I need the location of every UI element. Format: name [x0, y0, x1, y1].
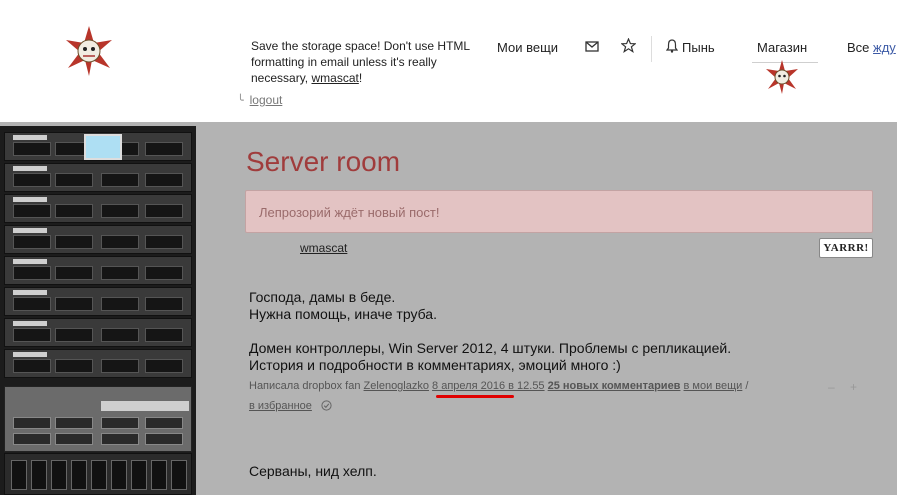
rack-screen [84, 134, 122, 160]
meta-separator: / [745, 380, 749, 392]
nav-all-link[interactable]: жду [873, 40, 896, 55]
site-header: Save the storage space! Don't use HTML f… [0, 0, 897, 122]
post-line: Нужна помощь, иначе труба. [249, 306, 437, 322]
nav-divider [651, 36, 652, 62]
meta-favorites-link[interactable]: в избранное [249, 400, 312, 412]
rack-unit [4, 163, 192, 192]
date-highlight-mark [436, 395, 514, 398]
post-line: Домен контроллеры, Win Server 2012, 4 шт… [249, 340, 732, 356]
notice-user-link[interactable]: wmascat [311, 71, 358, 85]
notice-end: ! [358, 71, 363, 85]
post-body: Господа, дамы в беде. Нужна помощь, инач… [249, 289, 869, 391]
post-meta: Написала dropbox fan Zelenoglazko 8 апре… [249, 380, 748, 392]
bell-icon [666, 39, 678, 53]
nav-all[interactable]: Все жду [847, 40, 896, 55]
mail-icon[interactable] [585, 39, 599, 53]
nav-pyn[interactable]: Пынь [682, 40, 715, 56]
next-post-text: Серваны, нид хелп. [249, 463, 377, 479]
rack-unit [4, 194, 192, 223]
meta-date-link[interactable]: 8 апреля 2016 в 12.55 [432, 380, 545, 392]
yarrr-button[interactable]: YARRR! [819, 238, 873, 258]
nav-all-prefix: Все [847, 40, 874, 55]
meta-comments-link[interactable]: 25 новых комментариев [548, 380, 681, 392]
meta-user-link[interactable]: Zelenoglazko [364, 380, 429, 392]
site-logo-icon[interactable] [64, 26, 114, 76]
email-notice: Save the storage space! Don't use HTML f… [251, 38, 487, 86]
new-post-banner-text: Лепрозорий ждёт новый пост! [259, 205, 440, 220]
logout-link[interactable]: ╰ logout [237, 93, 282, 107]
post-line: История и подробности в комментариях, эм… [249, 357, 621, 373]
vote-plus-button[interactable]: + [850, 380, 857, 394]
nav-my-things[interactable]: Мои вещи [497, 40, 558, 56]
favorites-check-icon[interactable] [321, 400, 332, 411]
meta-my-things-link[interactable]: в мои вещи [684, 380, 743, 392]
rack-unit [4, 256, 192, 285]
post-line: Господа, дамы в беде. [249, 289, 396, 305]
server-chassis [4, 386, 192, 452]
vote-minus-button[interactable]: – [828, 380, 835, 394]
blade-enclosure [4, 453, 192, 495]
rack-unit [4, 318, 192, 347]
logout-label: logout [249, 93, 283, 107]
post-title: Server room [246, 146, 401, 177]
new-post-banner[interactable]: Лепрозорий ждёт новый пост! [245, 190, 873, 233]
rack-unit [4, 349, 192, 378]
nav-shop[interactable]: Магазин [757, 40, 807, 56]
logout-icon: ╰ [237, 94, 244, 107]
star-icon[interactable] [621, 38, 636, 53]
rack-unit [4, 287, 192, 316]
post-meta-row2: в избранное [249, 400, 332, 412]
user-avatar-icon[interactable] [765, 60, 799, 94]
post-author-link[interactable]: wmascat [300, 241, 347, 255]
meta-written-by: Написала dropbox fan [249, 380, 361, 392]
rack-unit [4, 225, 192, 254]
